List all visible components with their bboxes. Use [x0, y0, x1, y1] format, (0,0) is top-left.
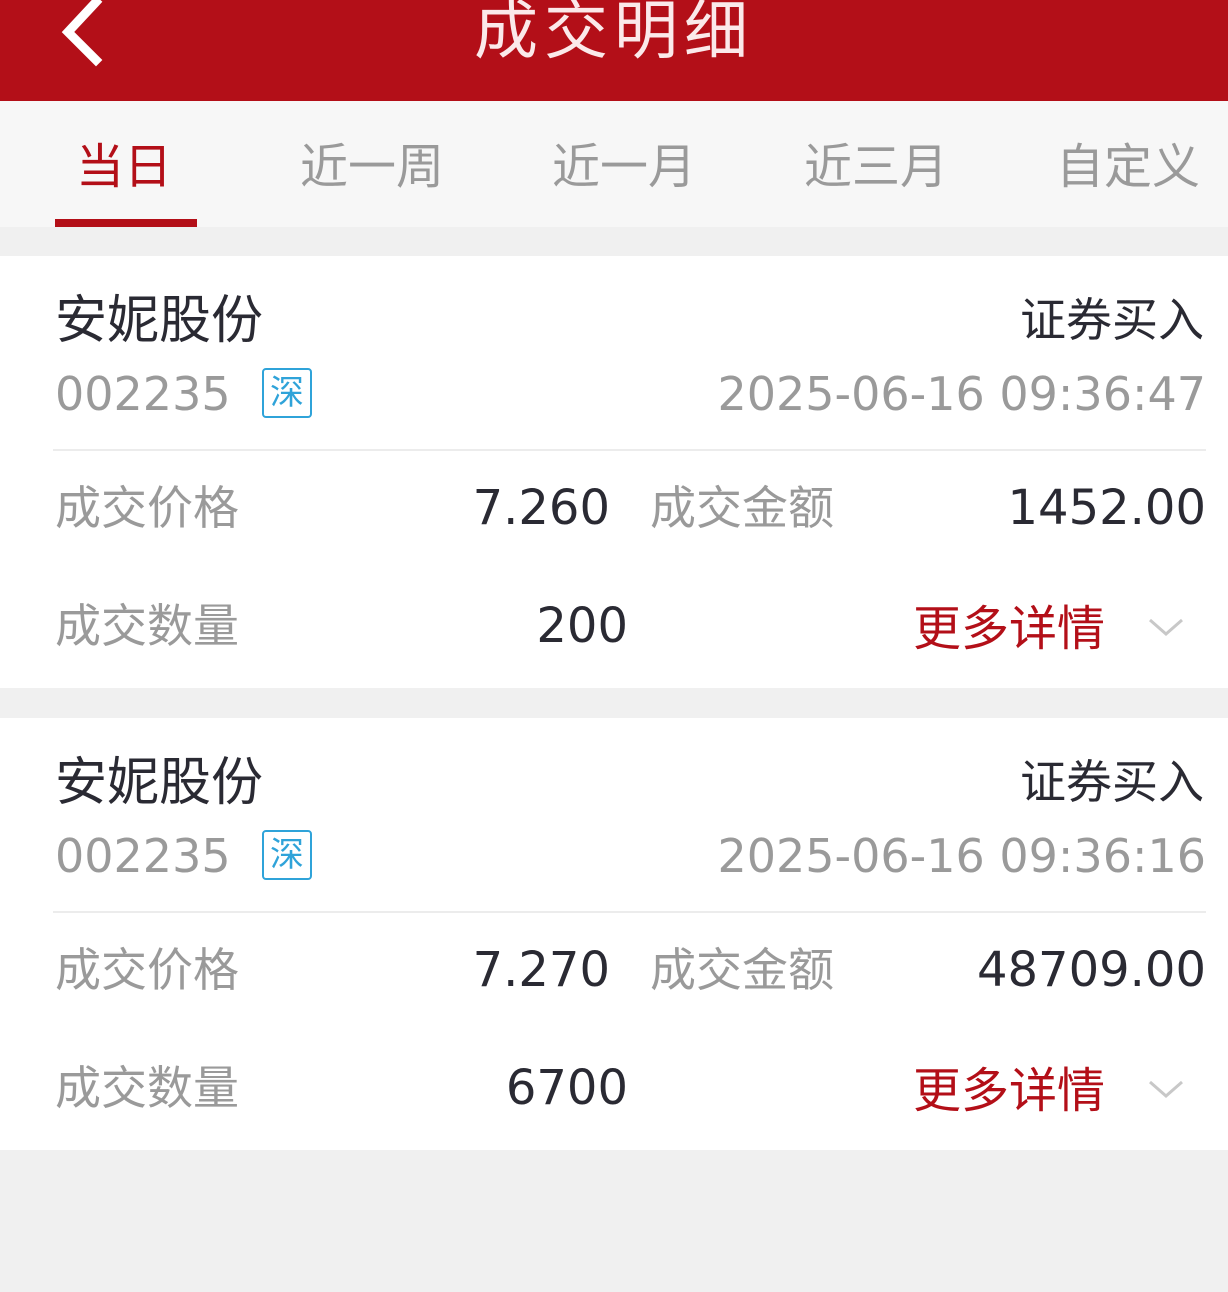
trade-card: 安妮股份 证券买入 002235 深 2025-06-16 09:36:47 成… [0, 256, 1228, 688]
price-value: 7.270 [472, 942, 610, 998]
more-details-button[interactable]: 更多详情 [913, 1060, 1105, 1122]
divider [53, 449, 1206, 451]
quantity-value: 6700 [505, 1060, 628, 1116]
tab-last-three-months[interactable]: 近三月 [804, 135, 948, 199]
market-badge: 深 [262, 830, 312, 880]
tab-last-month[interactable]: 近一月 [552, 135, 696, 199]
market-badge: 深 [262, 368, 312, 418]
trade-card: 安妮股份 证券买入 002235 深 2025-06-16 09:36:16 成… [0, 718, 1228, 1150]
quantity-label: 成交数量 [55, 599, 239, 653]
more-details-button[interactable]: 更多详情 [913, 598, 1105, 660]
trade-type: 证券买入 [1020, 755, 1204, 809]
amount-value: 1452.00 [1007, 480, 1207, 536]
stock-name: 安妮股份 [55, 753, 264, 813]
tab-today[interactable]: 当日 [76, 135, 172, 199]
app-header: 成交明细 [0, 0, 1228, 101]
price-label: 成交价格 [55, 481, 239, 535]
page-title: 成交明细 [474, 0, 754, 69]
date-range-tabs: 当日 近一周 近一月 近三月 自定义 [0, 101, 1228, 227]
trade-type: 证券买入 [1020, 293, 1204, 347]
quantity-value: 200 [536, 598, 628, 654]
stock-code: 002235 [55, 829, 231, 883]
stock-name: 安妮股份 [55, 291, 264, 351]
price-label: 成交价格 [55, 943, 239, 997]
chevron-down-icon[interactable] [1146, 614, 1186, 644]
active-tab-indicator [55, 219, 197, 227]
chevron-down-icon[interactable] [1146, 1076, 1186, 1106]
amount-label: 成交金额 [650, 481, 834, 535]
price-value: 7.260 [472, 480, 610, 536]
trade-time: 2025-06-16 09:36:16 [717, 829, 1206, 883]
quantity-label: 成交数量 [55, 1061, 239, 1115]
amount-value: 48709.00 [976, 942, 1206, 998]
amount-label: 成交金额 [650, 943, 834, 997]
divider [53, 911, 1206, 913]
stock-code: 002235 [55, 367, 231, 421]
tab-custom[interactable]: 自定义 [1056, 135, 1200, 199]
trade-time: 2025-06-16 09:36:47 [717, 367, 1206, 421]
tab-last-week[interactable]: 近一周 [300, 135, 444, 199]
